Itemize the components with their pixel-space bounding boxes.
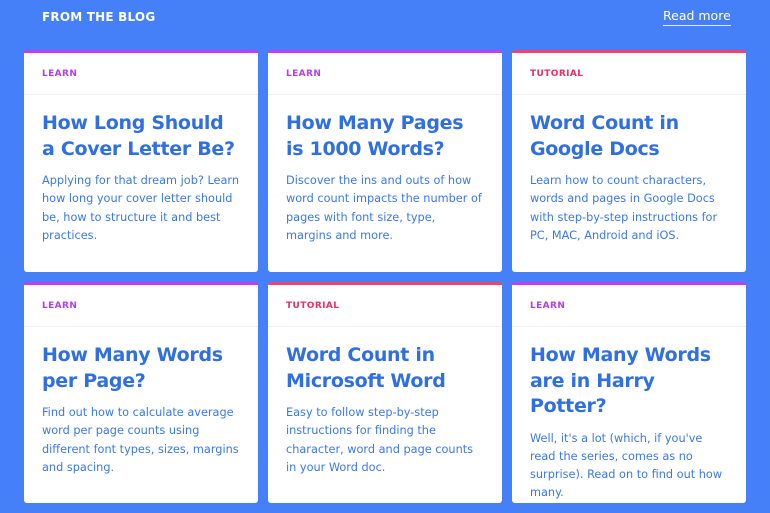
card-category: LEARN xyxy=(512,285,746,327)
blog-card[interactable]: TUTORIAL Word Count in Google Docs Learn… xyxy=(512,50,746,272)
card-category: TUTORIAL xyxy=(512,53,746,95)
card-title[interactable]: Word Count in Google Docs xyxy=(530,111,728,162)
card-category: TUTORIAL xyxy=(268,285,502,327)
card-title[interactable]: How Many Words per Page? xyxy=(42,343,240,394)
blog-card[interactable]: LEARN How Long Should a Cover Letter Be?… xyxy=(24,50,258,272)
card-title[interactable]: How Many Pages is 1000 Words? xyxy=(286,111,484,162)
card-description: Find out how to calculate average word p… xyxy=(42,406,239,474)
card-description: Applying for that dream job? Learn how l… xyxy=(42,174,240,242)
card-category: LEARN xyxy=(268,53,502,95)
card-description: Learn how to count characters, words and… xyxy=(530,174,718,242)
card-title[interactable]: How Long Should a Cover Letter Be? xyxy=(42,111,240,162)
blog-card[interactable]: LEARN How Many Words are in Harry Potter… xyxy=(512,282,746,503)
blog-card[interactable]: LEARN How Many Words per Page? Find out … xyxy=(24,282,258,503)
card-description: Discover the ins and outs of how word co… xyxy=(286,174,482,242)
blog-section-title: FROM THE BLOG xyxy=(42,10,156,24)
card-title[interactable]: Word Count in Microsoft Word xyxy=(286,343,484,394)
card-category: LEARN xyxy=(24,285,258,327)
card-description: Well, it's a lot (which, if you've read … xyxy=(530,431,723,500)
card-title[interactable]: How Many Words are in Harry Potter? xyxy=(530,343,728,420)
blog-card[interactable]: TUTORIAL Word Count in Microsoft Word Ea… xyxy=(268,282,502,503)
card-description: Easy to follow step-by-step instructions… xyxy=(286,406,474,474)
read-more-link[interactable]: Read more xyxy=(663,8,731,26)
card-category: LEARN xyxy=(24,53,258,95)
blog-card[interactable]: LEARN How Many Pages is 1000 Words? Disc… xyxy=(268,50,502,272)
